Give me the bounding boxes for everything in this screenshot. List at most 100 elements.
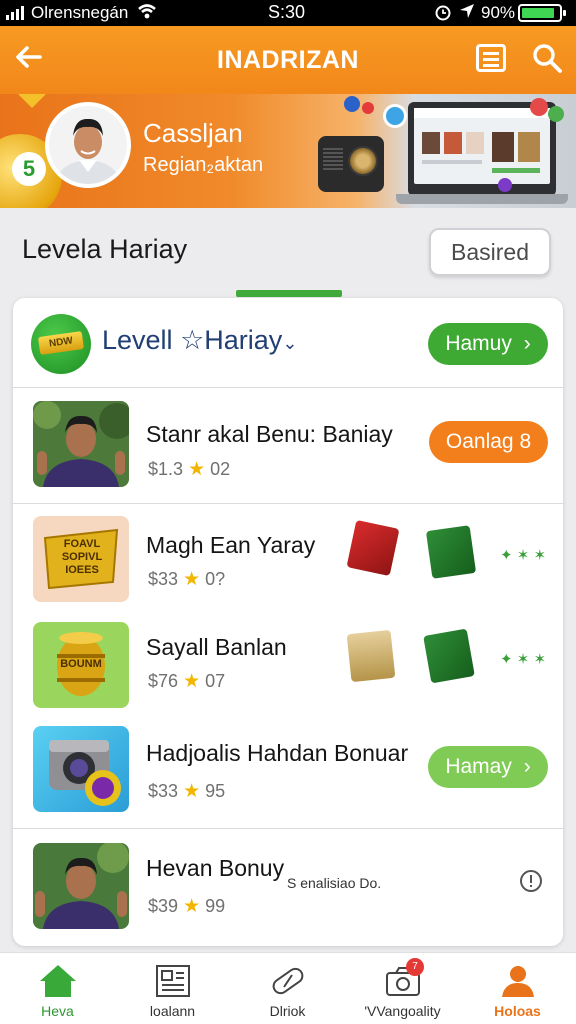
list-item[interactable]: FOAVL SOPIVL IOEES Magh Ean Yaray $33 ★ … <box>13 504 563 612</box>
ticket-thumb: FOAVL SOPIVL IOEES <box>33 516 129 602</box>
signal-icon <box>6 5 24 20</box>
list-item[interactable]: Stanr akal Benu: Baniay $1.3 ★ 02 Oanlag… <box>13 388 563 503</box>
badge-text: NDW <box>37 331 85 355</box>
list-item[interactable]: Hevan Bonuy S enalisiao Do. $39 ★ 99 <box>13 829 563 946</box>
star-icon: ★ <box>183 671 201 692</box>
nav-item-profile[interactable]: Holoas <box>460 953 575 1024</box>
decor-ball-icon <box>548 106 564 122</box>
person-photo <box>33 843 129 929</box>
item-title: Hadjoalis Hahdan Bonuar <box>146 740 409 766</box>
pill-capsule-icon <box>272 967 304 995</box>
item-price: $1.3 <box>148 459 184 479</box>
level-badge-icon: NDW <box>31 314 91 374</box>
avatar[interactable] <box>45 102 131 188</box>
star-icon: ★ <box>188 459 206 480</box>
item-title: Sayall Banlan <box>146 634 287 660</box>
item-meta: $76 ★ 07 <box>148 670 225 693</box>
hamuy-button[interactable]: Hamuy › <box>428 323 548 365</box>
newspaper-icon <box>156 965 190 997</box>
nav-item-drink[interactable]: Dlriok <box>230 953 345 1024</box>
laptop-base <box>396 194 568 204</box>
location-icon <box>459 3 475 23</box>
list-item[interactable]: BOUNM Sayall Banlan $76 ★ 07 ✦ ✶ ✶ <box>13 612 563 716</box>
nav-label: Dlriok <box>269 1003 306 1019</box>
item-price: $76 <box>148 671 179 691</box>
decor-ball-icon <box>530 98 548 116</box>
app-header: INADRIZAN <box>0 26 576 94</box>
item-meta: $1.3 ★ 02 <box>148 458 230 481</box>
alarm-icon <box>434 3 452 26</box>
profile-banner[interactable]: 5 Casslјan Regian₂aktan <box>0 94 576 208</box>
wifi-icon <box>137 3 157 25</box>
item-title: Hevan Bonuy <box>146 855 285 881</box>
item-title: Magh Ean Yaray <box>146 532 316 558</box>
clock-time: S:30 <box>268 2 306 22</box>
item-meta: $39 ★ 99 <box>148 895 225 918</box>
battery-level <box>522 8 554 18</box>
item-price: $33 <box>148 781 179 801</box>
item-rating: 0? <box>205 569 226 589</box>
basired-button[interactable]: Basired <box>429 228 551 276</box>
section-title: Levela Hariay <box>22 234 188 264</box>
status-bar: Olrensnegán S:30 90% <box>0 0 576 26</box>
carrier-name: Olrensnegán <box>31 3 129 22</box>
radio-icon <box>318 136 384 192</box>
green-box-icon <box>425 525 477 579</box>
oanlag-button-label: Oanlag <box>445 430 514 453</box>
level-card: NDW Levell ☆Hariay⌄ Hamuy › Stanr akal B… <box>13 298 563 946</box>
decor-triangle <box>18 94 46 108</box>
notification-badge: 7 <box>406 958 424 976</box>
green-box-icon <box>423 628 475 684</box>
camera-thumb <box>33 726 129 812</box>
nav-item-home[interactable]: Heva <box>0 953 115 1024</box>
nav-label: 'VVangoality <box>364 1003 441 1019</box>
item-rating: 95 <box>205 781 226 801</box>
star-icon: ★ <box>183 896 201 917</box>
card-header: NDW Levell ☆Hariay⌄ Hamuy › <box>13 298 563 388</box>
barrel-thumb: BOUNM <box>33 622 129 708</box>
hamay-button-label: Hamay <box>445 755 512 778</box>
coin-mark: 5 <box>12 152 46 186</box>
rating-dots: ✦ ✶ ✶ <box>500 547 547 564</box>
nav-label: Heva <box>41 1003 74 1019</box>
ticket-text: FOAVL SOPIVL IOEES <box>61 538 103 576</box>
rating-dots: ✦ ✶ ✶ <box>500 651 547 668</box>
item-price: $39 <box>148 896 179 916</box>
hamuy-button-label: Hamuy <box>445 332 512 355</box>
chevron-down-icon: ⌄ <box>282 333 298 353</box>
star-icon: ★ <box>183 569 201 590</box>
red-book-icon <box>346 519 400 577</box>
menu-list-icon[interactable] <box>476 44 506 72</box>
tab-indicator <box>236 290 342 297</box>
nav-label: Holoas <box>494 1003 541 1019</box>
item-subtitle: S enalisiao Do. <box>287 875 382 891</box>
item-price: $33 <box>148 569 179 589</box>
search-icon[interactable] <box>531 42 563 74</box>
nav-label: loalann <box>149 1003 196 1019</box>
info-icon[interactable] <box>519 869 543 893</box>
list-item[interactable]: Hadjoalis Hahdan Bonuar $33 ★ 95 Hamay › <box>13 716 563 826</box>
barrel-text: BOUNM <box>60 658 102 670</box>
decor-ball-icon <box>383 104 407 128</box>
card-title[interactable]: Levell ☆Hariay⌄ <box>102 325 297 356</box>
item-rating: 99 <box>205 896 226 916</box>
decor-ball-icon <box>498 178 512 192</box>
star-icon: ★ <box>183 781 201 802</box>
profile-region: Regian₂aktan <box>143 154 264 176</box>
oanlag-button-count: 8 <box>519 430 532 453</box>
item-rating: 07 <box>205 671 226 691</box>
person-photo <box>33 401 129 487</box>
nav-item-quality[interactable]: 'VVangoality <box>345 953 460 1024</box>
star-outline-icon: ☆ <box>180 325 205 355</box>
oanlag-button[interactable]: Oanlag 8 <box>429 421 548 463</box>
decor-ball-icon <box>362 102 374 114</box>
card-title-rest: Hariay <box>204 325 283 355</box>
decor-ball-icon <box>344 96 360 112</box>
hamay-button[interactable]: Hamay › <box>428 746 548 788</box>
battery-percent: 90% <box>481 3 516 22</box>
item-title: Stanr akal Benu: Baniay <box>146 421 393 447</box>
nav-item-news[interactable]: loalann <box>115 953 230 1024</box>
card-title-word: Levell <box>102 325 173 355</box>
profile-icon <box>502 966 534 997</box>
bottom-nav: Heva loalann Dlriok 'VVangoality Holoas <box>0 952 576 1024</box>
